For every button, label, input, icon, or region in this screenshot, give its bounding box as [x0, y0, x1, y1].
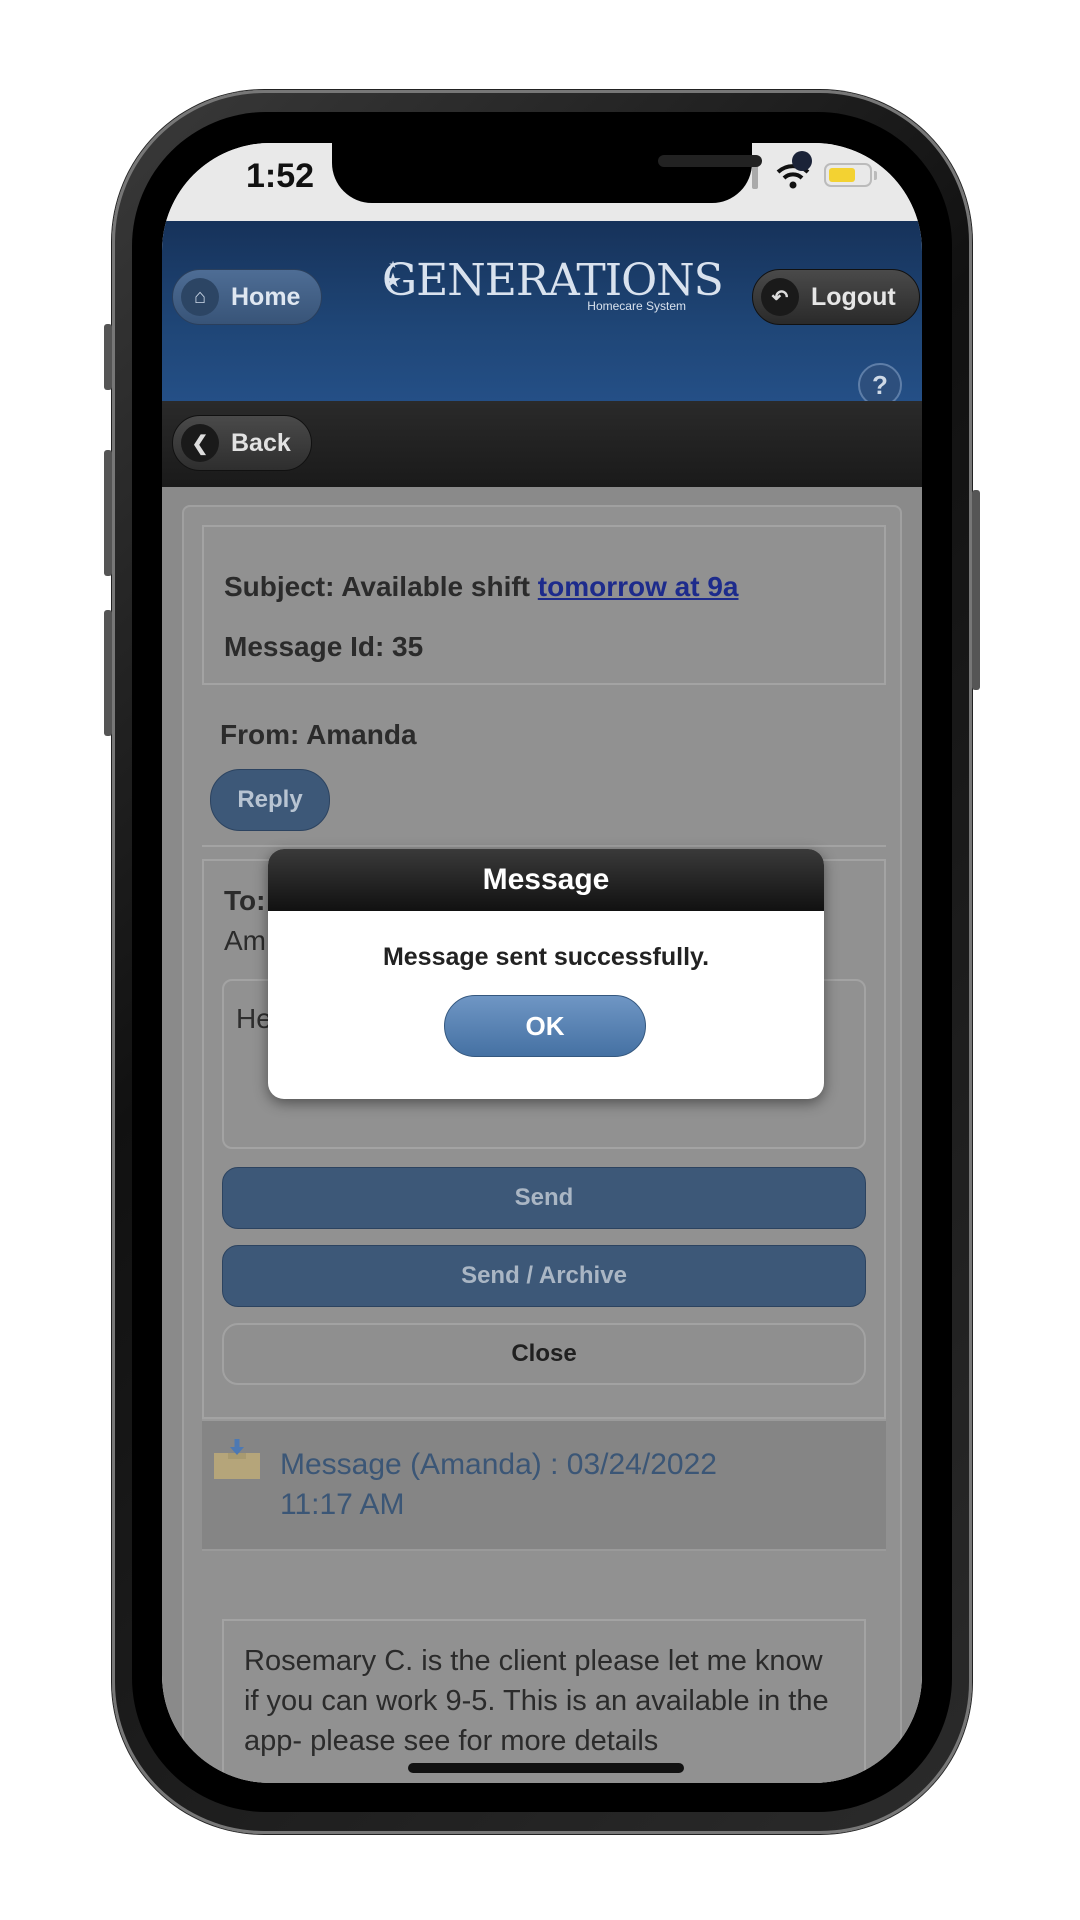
inbox-download-icon — [214, 1439, 260, 1479]
message-dialog: Message Message sent successfully. OK — [268, 849, 824, 1099]
thread-item-title: Message (Amanda) : 03/24/2022 — [280, 1448, 717, 1481]
close-button[interactable]: Close — [222, 1323, 866, 1385]
divider — [202, 845, 886, 847]
message-content: Subject: Available shift tomorrow at 9a … — [162, 487, 922, 1783]
battery-tip — [874, 171, 877, 180]
power-button — [972, 490, 980, 690]
back-button-label: Back — [231, 428, 291, 457]
status-time: 1:52 — [246, 157, 315, 195]
logo-stars-icon: ⋆ ★ — [384, 254, 402, 292]
logout-button[interactable]: ↶ Logout — [752, 269, 920, 325]
undo-icon: ↶ — [761, 278, 799, 316]
subject-date-link[interactable]: tomorrow at 9a — [538, 571, 739, 602]
app-header: ⌂ Home ⋆ ★ GENERATIONS Homecare System ↶ … — [162, 221, 922, 407]
from-line: From: Amanda — [220, 719, 417, 750]
toolbar-back: ❮ Back — [162, 401, 922, 487]
to-label: To: — [224, 885, 266, 916]
subject-line: Subject: Available shift tomorrow at 9a — [224, 571, 738, 603]
dialog-message: Message sent successfully. — [382, 943, 710, 971]
volume-up-button — [104, 450, 112, 576]
earpiece-speaker — [658, 155, 762, 167]
send-button[interactable]: Send — [222, 1167, 866, 1229]
thread-message-item[interactable]: Message (Amanda) : 03/24/2022 11:17 AM — [202, 1419, 886, 1551]
reply-button[interactable]: Reply — [210, 769, 330, 831]
logout-button-label: Logout — [811, 282, 896, 311]
chevron-left-icon: ❮ — [181, 424, 219, 462]
front-camera — [792, 151, 812, 171]
generations-logo: ⋆ ★ GENERATIONS Homecare System — [382, 254, 724, 327]
home-indicator[interactable] — [408, 1763, 684, 1773]
ok-button[interactable]: OK — [444, 995, 646, 1057]
logo-title: GENERATIONS — [382, 255, 724, 306]
to-recipient: Am — [224, 925, 266, 956]
home-button[interactable]: ⌂ Home — [172, 269, 322, 325]
send-archive-button[interactable]: Send / Archive — [222, 1245, 866, 1307]
volume-down-button — [104, 610, 112, 736]
dialog-title: Message — [268, 849, 824, 911]
back-button[interactable]: ❮ Back — [172, 415, 312, 471]
phone-screen: 1:52 ⌂ Home ⋆ ★ GENERATIONS Homecare Syst… — [162, 143, 922, 1783]
subject-text: Subject: Available shift — [224, 571, 538, 602]
thread-item-time: 11:17 AM — [280, 1488, 405, 1521]
message-id: Message Id: 35 — [224, 631, 424, 662]
message-panel: Subject: Available shift tomorrow at 9a … — [182, 505, 902, 1783]
home-button-label: Home — [231, 282, 301, 311]
mute-switch — [104, 324, 112, 390]
battery-icon — [824, 163, 872, 187]
thread-item-label: Message (Amanda) : 03/24/2022 11:17 AM — [280, 1445, 717, 1525]
cellular-signal-icon — [752, 165, 758, 189]
notch — [332, 143, 812, 203]
home-icon: ⌂ — [181, 278, 219, 316]
message-body: Rosemary C. is the client please let me … — [222, 1619, 866, 1783]
subject-box: Subject: Available shift tomorrow at 9a … — [202, 525, 886, 685]
